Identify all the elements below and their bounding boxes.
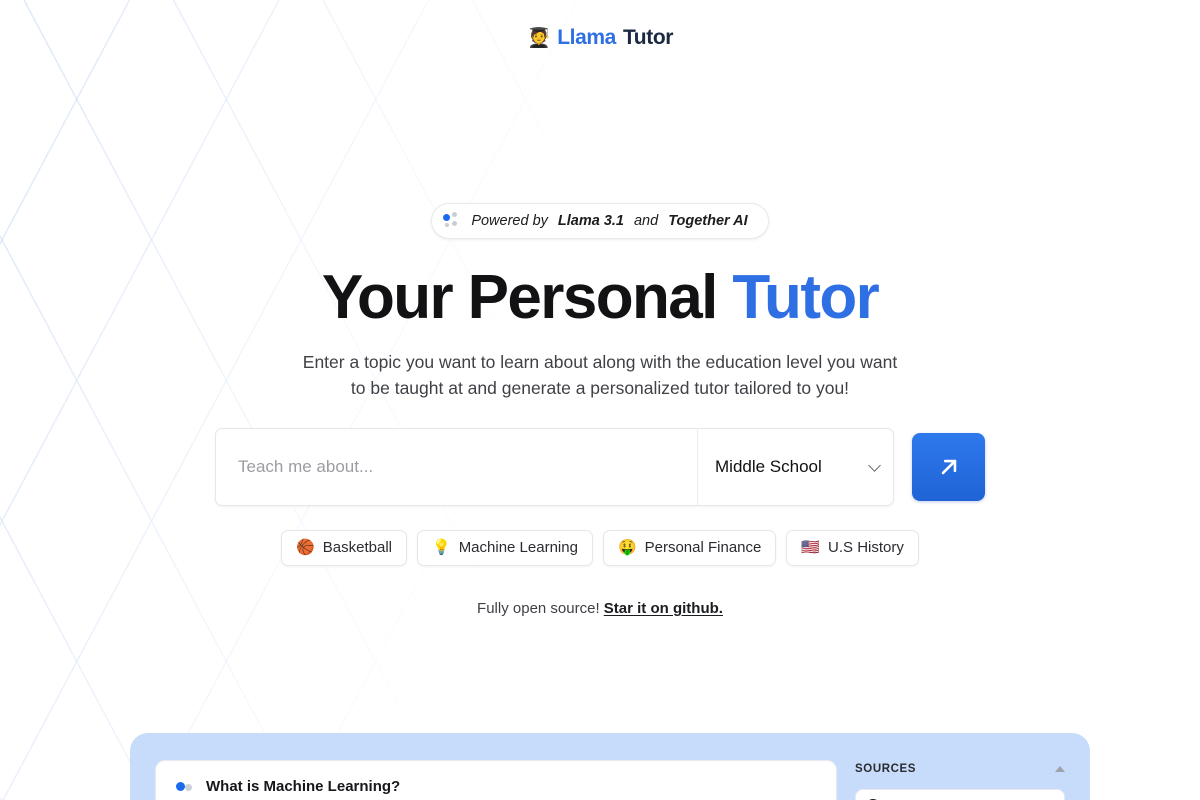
source-item[interactable]: FreeCodeCamp: Basics and — [855, 789, 1065, 800]
assistant-avatar-icon — [176, 780, 194, 794]
chat-question-text: What is Machine Learning? — [206, 778, 401, 795]
education-level-select[interactable]: Middle School — [698, 428, 893, 505]
badge-conjunction: and — [633, 213, 659, 229]
education-level-wrapper: Middle School — [697, 428, 893, 505]
chip-label: Personal Finance — [644, 539, 762, 557]
open-source-text: Fully open source! — [477, 599, 600, 617]
headline-accent: Tutor — [732, 263, 879, 332]
site-header: 🧑‍🎓 Llama Tutor — [0, 0, 1200, 50]
graduation-llama-icon: 🧑‍🎓 — [526, 27, 551, 49]
sources-column: SOURCES FreeCodeCamp: Basics and — [855, 760, 1065, 800]
submit-button[interactable] — [912, 432, 985, 501]
chip-label: U.S History — [828, 539, 904, 557]
logo-text-llama: Llama — [557, 26, 616, 49]
preview-chat-card: What is Machine Learning? — [155, 760, 837, 800]
arrow-up-right-icon — [941, 459, 956, 475]
powered-by-badge[interactable]: Powered by Llama 3.1 and Together AI — [431, 203, 769, 239]
powered-by-row: Powered by Llama 3.1 and Together AI — [0, 203, 1200, 239]
chip-label: Machine Learning — [458, 539, 578, 557]
together-dots-icon — [443, 212, 461, 230]
chip-label: Basketball — [322, 539, 392, 557]
logo-text-tutor: Tutor — [622, 26, 674, 49]
basketball-icon: 🏀 — [296, 539, 315, 557]
chip-us-history[interactable]: 🇺🇸 U.S History — [786, 529, 919, 566]
chip-machine-learning[interactable]: 💡 Machine Learning — [417, 529, 593, 566]
us-flag-icon: 🇺🇸 — [801, 539, 821, 557]
suggestion-chips: 🏀 Basketball 💡 Machine Learning 🤑 Person… — [0, 529, 1200, 566]
open-source-note: Fully open source! Star it on github. — [0, 600, 1200, 617]
search-row: Middle School — [215, 427, 985, 506]
badge-provider: Together AI — [668, 213, 748, 229]
landing-page: 🧑‍🎓 Llama Tutor Powered by Llama 3.1 and … — [0, 0, 1200, 800]
caret-up-icon[interactable] — [1055, 766, 1065, 772]
chat-question-row: What is Machine Learning? — [176, 778, 816, 795]
lightbulb-icon: 💡 — [432, 539, 451, 557]
sources-header: SOURCES — [855, 763, 1065, 775]
chip-basketball[interactable]: 🏀 Basketball — [281, 529, 407, 566]
preview-panel: What is Machine Learning? SOURCES FreeCo… — [130, 733, 1090, 800]
page-title: Your Personal Tutor — [0, 265, 1200, 331]
github-link[interactable]: Star it on github. — [604, 600, 723, 617]
badge-prefix: Powered by — [471, 213, 548, 229]
chip-personal-finance[interactable]: 🤑 Personal Finance — [602, 529, 777, 566]
badge-model: Llama 3.1 — [557, 213, 624, 229]
app-logo[interactable]: 🧑‍🎓 Llama Tutor — [527, 26, 673, 50]
headline-plain: Your Personal — [321, 263, 733, 332]
search-shell: Middle School — [215, 427, 894, 506]
money-hand-icon: 🤑 — [617, 539, 637, 557]
sources-title: SOURCES — [855, 763, 917, 775]
topic-input[interactable] — [216, 428, 697, 505]
page-subtitle: Enter a topic you want to learn about al… — [302, 351, 898, 399]
